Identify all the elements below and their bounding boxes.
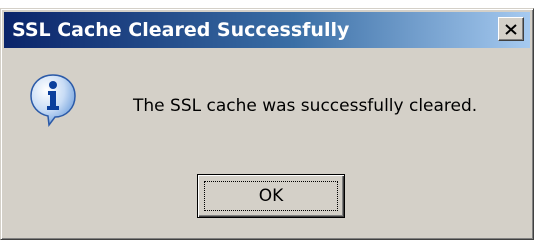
message-text: The SSL cache was successfully cleared. (133, 96, 478, 116)
window-title: SSL Cache Cleared Successfully (12, 19, 350, 41)
ok-button-label: OK (204, 181, 338, 211)
info-icon (30, 74, 76, 127)
title-bar[interactable]: SSL Cache Cleared Successfully (4, 12, 530, 48)
close-icon (505, 23, 517, 35)
close-button[interactable] (498, 17, 524, 41)
ok-button[interactable]: OK (197, 174, 345, 218)
message-dialog: SSL Cache Cleared Successfully The SSL c… (0, 8, 534, 240)
